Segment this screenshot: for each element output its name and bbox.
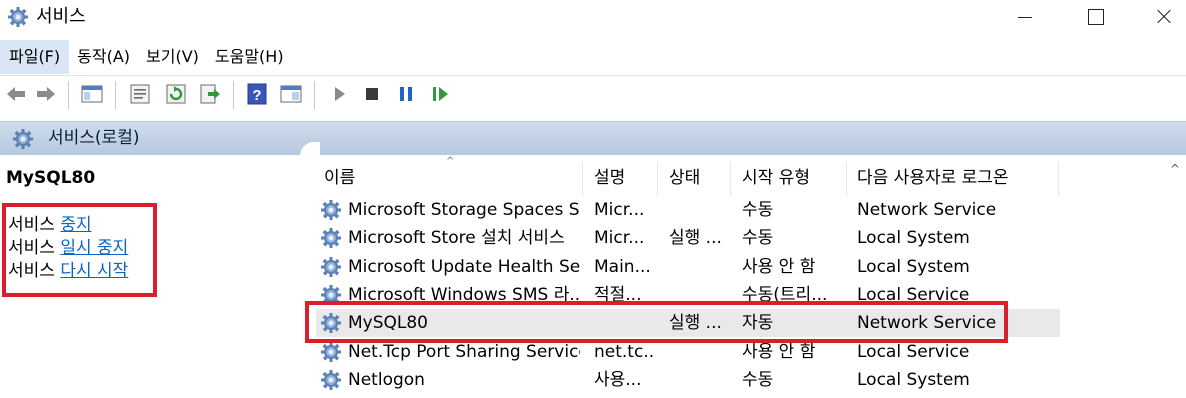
service-startup: 수동 xyxy=(742,228,774,248)
close-button[interactable] xyxy=(1136,0,1186,36)
table-row[interactable]: Netlogon 사용... 수동 Local System xyxy=(316,366,1060,394)
play-icon[interactable] xyxy=(327,82,351,106)
service-description: Micr... xyxy=(594,200,645,220)
help-icon[interactable]: ? xyxy=(245,82,269,106)
service-description: Main... xyxy=(594,257,651,277)
highlight-box xyxy=(2,203,157,297)
properties-icon[interactable] xyxy=(128,82,152,106)
scope-header: 서비스(로컬) xyxy=(0,121,1186,155)
scroll-up-icon[interactable]: ^ xyxy=(1170,162,1180,176)
service-description: 사용... xyxy=(594,370,642,390)
console-tree-icon[interactable] xyxy=(80,82,104,106)
scope-title: 서비스(로컬) xyxy=(48,128,140,148)
services-list: ^ 이름 설명 상태 시작 유형 다음 사용자로 로그온 Microsoft S… xyxy=(316,156,1186,398)
svg-text:?: ? xyxy=(252,87,261,104)
table-row[interactable]: Microsoft Update Health Se... Main... 사용… xyxy=(316,253,1060,281)
highlight-box xyxy=(305,301,1008,343)
back-icon[interactable] xyxy=(4,82,28,106)
gear-icon xyxy=(321,200,341,220)
stop-icon[interactable] xyxy=(360,82,384,106)
gear-icon xyxy=(321,342,341,362)
window-title: 서비스 xyxy=(36,6,86,27)
column-logon-as[interactable]: 다음 사용자로 로그온 xyxy=(857,166,1009,190)
selected-service-name: MySQL80 xyxy=(6,168,96,188)
menu-bar: 파일(F) 동작(A) 보기(V) 도움말(H) xyxy=(0,40,1186,74)
gear-icon xyxy=(321,257,341,277)
service-status: 실행 ... xyxy=(669,228,722,248)
service-name: Netlogon xyxy=(348,370,425,390)
service-logon: Local System xyxy=(857,370,970,390)
view-icon[interactable] xyxy=(279,82,303,106)
pause-icon[interactable] xyxy=(394,82,418,106)
service-startup: 사용 안 함 xyxy=(742,342,816,362)
service-logon: Local System xyxy=(857,257,970,277)
service-startup: 수동 xyxy=(742,200,774,220)
column-name[interactable]: 이름 xyxy=(324,166,355,190)
column-status[interactable]: 상태 xyxy=(669,166,700,190)
service-name: Microsoft Update Health Se... xyxy=(348,257,580,277)
sort-ascending-icon: ^ xyxy=(446,156,455,167)
service-description: Micr... xyxy=(594,228,645,248)
service-name: Net.Tcp Port Sharing Service xyxy=(348,342,580,362)
menu-action[interactable]: 동작(A) xyxy=(69,40,138,74)
title-bar: 서비스 xyxy=(0,0,1186,36)
service-logon: Local System xyxy=(857,228,970,248)
menu-file[interactable]: 파일(F) xyxy=(0,40,70,74)
refresh-icon[interactable] xyxy=(164,82,188,106)
maximize-button[interactable] xyxy=(1068,0,1122,36)
table-row[interactable]: Microsoft Storage Spaces S... Micr... 수동… xyxy=(316,196,1060,224)
column-startup-type[interactable]: 시작 유형 xyxy=(742,166,810,190)
service-name: Microsoft Storage Spaces S... xyxy=(348,200,580,220)
gear-icon xyxy=(321,228,341,248)
resume-icon[interactable] xyxy=(428,82,452,106)
service-description: net.tc... xyxy=(594,342,654,362)
export-icon[interactable] xyxy=(198,82,222,106)
service-name: Microsoft Store 설치 서비스 xyxy=(348,228,565,248)
table-row[interactable]: Microsoft Store 설치 서비스 Micr... 실행 ... 수동… xyxy=(316,224,1060,252)
service-startup: 수동 xyxy=(742,370,774,390)
minimize-button[interactable] xyxy=(997,0,1051,36)
service-logon: Network Service xyxy=(857,200,997,220)
forward-icon[interactable] xyxy=(34,82,58,106)
gear-icon xyxy=(13,129,33,149)
menu-help[interactable]: 도움말(H) xyxy=(207,40,292,74)
gear-icon xyxy=(321,370,341,390)
gear-icon xyxy=(8,7,28,27)
column-description[interactable]: 설명 xyxy=(594,166,625,190)
toolbar: ? xyxy=(0,75,1186,113)
service-startup: 사용 안 함 xyxy=(742,257,816,277)
service-logon: Local Service xyxy=(857,342,970,362)
menu-view[interactable]: 보기(V) xyxy=(138,40,207,74)
